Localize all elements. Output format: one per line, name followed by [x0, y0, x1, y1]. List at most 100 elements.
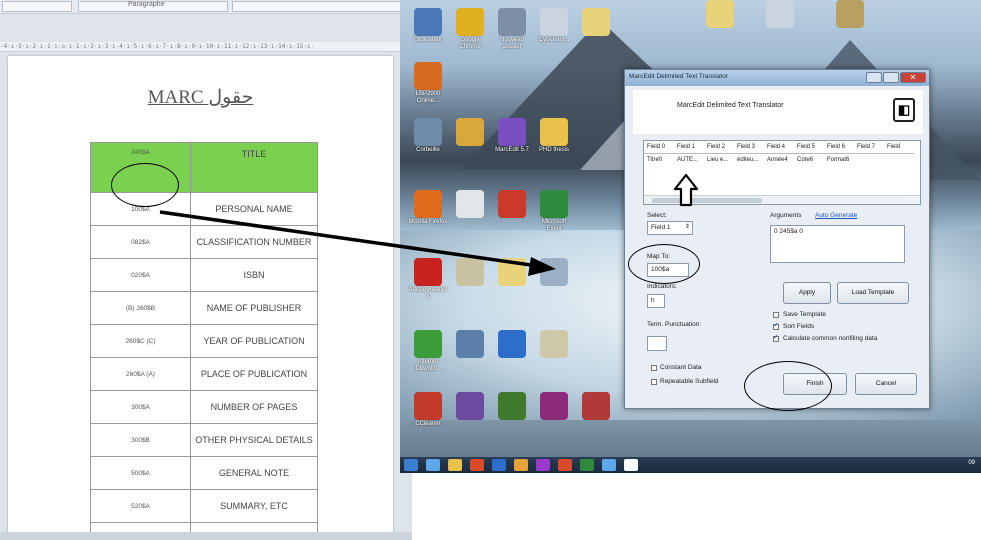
- grid-cell[interactable]: Cote6: [794, 154, 824, 167]
- horizontal-scrollbar[interactable]: [0, 532, 412, 540]
- indicators-label: Indicators:: [647, 283, 677, 290]
- desktop-icon[interactable]: [700, 0, 740, 28]
- save-template-checkbox[interactable]: [773, 312, 779, 318]
- select-field-spinner[interactable]: Field 1 ⇕: [647, 221, 693, 235]
- taskbar-app-icon[interactable]: [514, 459, 528, 471]
- cancel-button[interactable]: Cancel: [855, 373, 917, 395]
- file-icon: [456, 392, 484, 420]
- taskbar-app-icon[interactable]: [470, 459, 484, 471]
- grid-cell[interactable]: Lieu e...: [704, 154, 734, 167]
- calc-nonfiling-checkbox[interactable]: [773, 333, 779, 342]
- grid-cell[interactable]: [854, 154, 884, 167]
- app-icon: [540, 118, 568, 146]
- grid-column-header[interactable]: Field 7: [854, 141, 884, 154]
- grid-column-header[interactable]: Field 4: [764, 141, 794, 154]
- desktop-icon[interactable]: [450, 330, 490, 358]
- document-page[interactable]: MARC حقول 245$A TITLE 100$A PERSONAL NAME…: [8, 56, 393, 540]
- desktop-icon[interactable]: [492, 190, 532, 218]
- desktop-icon[interactable]: Ordinateur: [408, 8, 448, 44]
- grid-column-header[interactable]: Field 3: [734, 141, 764, 154]
- grid-cell[interactable]: Année4: [764, 154, 794, 167]
- desktop-icon[interactable]: [450, 118, 490, 146]
- desktop-icon[interactable]: Google Chrome: [450, 8, 490, 51]
- desktop-icon[interactable]: LBP2900 Online...: [408, 62, 448, 105]
- taskbar-app-icon[interactable]: [624, 459, 638, 471]
- field-name-cell: CLASSIFICATION NUMBER: [190, 225, 318, 259]
- desktop-icon[interactable]: [450, 258, 490, 286]
- field-table: Field 0 Field 1 Field 2 Field 3 Field 4 Field…: [644, 141, 914, 166]
- file-icon: [456, 330, 484, 358]
- desktop-icon[interactable]: [450, 392, 490, 420]
- grid-column-header[interactable]: Field 1: [674, 141, 704, 154]
- close-button[interactable]: ✕: [900, 72, 926, 83]
- desktop-icon[interactable]: Internet Downlo...: [408, 330, 448, 373]
- grid-header-row: Field 0 Field 1 Field 2 Field 3 Field 4 Field…: [644, 141, 914, 154]
- term-punct-input[interactable]: [647, 336, 667, 351]
- start-button[interactable]: [404, 459, 418, 471]
- desktop-icon[interactable]: Mozilla Firefox: [408, 190, 448, 226]
- grid-column-header[interactable]: Field: [884, 141, 914, 154]
- grid-cell[interactable]: AUTE...: [674, 154, 704, 167]
- field-name-cell: ISBN: [190, 258, 318, 292]
- spinner-arrows-icon[interactable]: ⇕: [685, 223, 690, 230]
- repeatable-subfield-checkbox[interactable]: [651, 379, 657, 385]
- file-icon: [582, 8, 610, 36]
- load-template-button[interactable]: Load Template: [837, 282, 909, 304]
- grid-cell[interactable]: Format6: [824, 154, 854, 167]
- grid-column-header[interactable]: Field 6: [824, 141, 854, 154]
- dialog-titlebar[interactable]: MarcEdit Delimited Text Translator ✕: [625, 70, 929, 86]
- auto-generate-link[interactable]: Auto Generate: [815, 212, 857, 219]
- desktop-icon[interactable]: Adobe Reader X: [408, 258, 448, 301]
- minimize-button[interactable]: [866, 72, 882, 83]
- font-select[interactable]: [2, 1, 72, 12]
- grid-column-header[interactable]: Field 0: [644, 141, 674, 154]
- maximize-button[interactable]: [883, 72, 899, 83]
- taskbar-app-icon[interactable]: [536, 459, 550, 471]
- horizontal-ruler[interactable]: ·4·ı·3·ı·2·ı·1·ı·⌂·ı·1·ı·2·ı·3·ı·4·ı·5·ı…: [0, 42, 412, 52]
- desktop-icon[interactable]: [492, 330, 532, 358]
- taskbar-app-icon[interactable]: [558, 459, 572, 471]
- save-template-label: Save Template: [783, 311, 826, 318]
- grid-column-header[interactable]: Field 5: [794, 141, 824, 154]
- desktop-icon[interactable]: CCleaner: [408, 392, 448, 428]
- desktop-icon[interactable]: [534, 330, 574, 358]
- desktop-icon[interactable]: [576, 8, 616, 36]
- arguments-input[interactable]: 0 245$a 0: [770, 225, 905, 263]
- taskbar-app-icon[interactable]: [448, 459, 462, 471]
- sort-fields-checkbox[interactable]: [773, 321, 779, 330]
- desktop-icon[interactable]: Microsoft Excel: [534, 190, 574, 233]
- taskbar: 09: [400, 457, 981, 473]
- desktop-icon[interactable]: MarcEdit 5.7: [492, 118, 532, 154]
- desktop-icon[interactable]: PHD thesis: [534, 118, 574, 154]
- desktop-icon[interactable]: [534, 258, 574, 286]
- desktop-icon[interactable]: Cyberiani...: [534, 8, 574, 44]
- desktop-icon[interactable]: [450, 190, 490, 218]
- grid-cell[interactable]: Titre0: [644, 154, 674, 167]
- taskbar-app-icon[interactable]: [492, 459, 506, 471]
- file-icon: [582, 392, 610, 420]
- taskbar-app-icon[interactable]: [602, 459, 616, 471]
- desktop-icon[interactable]: [760, 0, 800, 28]
- desktop-icon[interactable]: Corbeille: [408, 118, 448, 154]
- apply-button[interactable]: Apply: [783, 282, 831, 304]
- desktop-icon[interactable]: [492, 392, 532, 420]
- desktop-icon[interactable]: [830, 0, 870, 28]
- constant-data-checkbox[interactable]: [651, 365, 657, 371]
- scroll-thumb[interactable]: [652, 198, 762, 203]
- desktop-icon[interactable]: [534, 392, 574, 420]
- indicators-input[interactable]: h: [647, 294, 665, 308]
- field-name-cell: SUMMARY, ETC: [190, 489, 318, 523]
- taskbar-app-icon[interactable]: [580, 459, 594, 471]
- desktop-icon-label: Ordinateur: [413, 37, 443, 43]
- up-arrow-annotation: [673, 173, 699, 207]
- field-name-cell: OTHER PHYSICAL DETAILS: [190, 423, 318, 457]
- grid-value-row: Titre0 AUTE... Lieu e... éditeu... Année4 Cot…: [644, 154, 914, 167]
- desktop-icon[interactable]: [492, 258, 532, 286]
- desktop-icon[interactable]: Nouveau dossier: [492, 8, 532, 51]
- desktop-icon[interactable]: [576, 392, 616, 420]
- table-row: 082$A CLASSIFICATION NUMBER: [90, 225, 318, 259]
- grid-column-header[interactable]: Field 2: [704, 141, 734, 154]
- taskbar-app-icon[interactable]: [426, 459, 440, 471]
- grid-cell[interactable]: éditeu...: [734, 154, 764, 167]
- grid-cell[interactable]: [884, 154, 914, 167]
